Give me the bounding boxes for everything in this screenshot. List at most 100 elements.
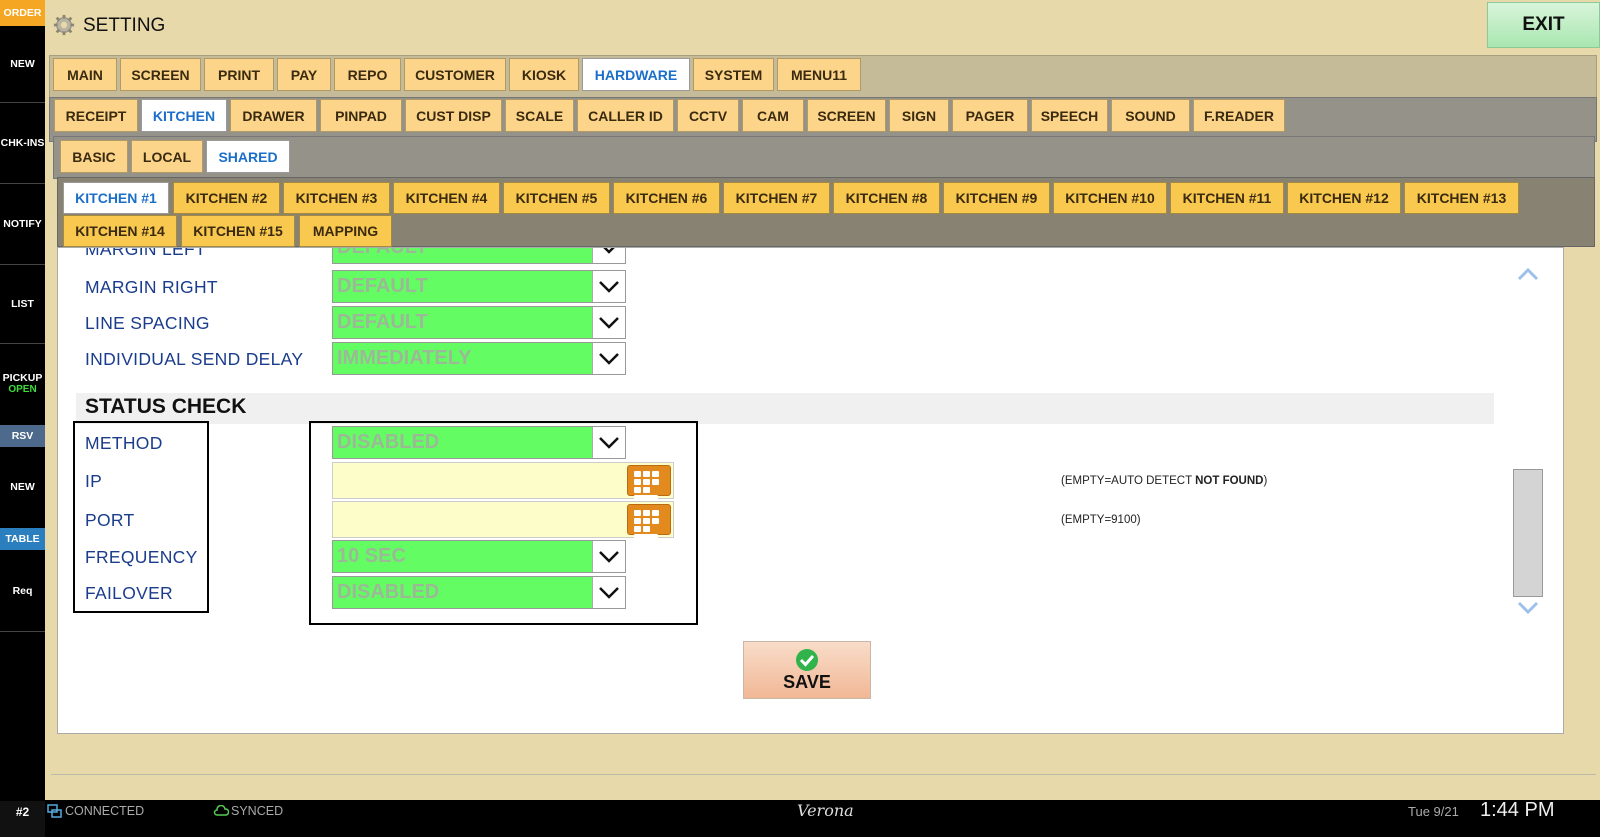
nav-order[interactable]: ORDER	[0, 0, 45, 26]
station-number: #2	[0, 801, 45, 837]
tab-scale[interactable]: SCALE	[505, 99, 574, 132]
margin-left-dropdown[interactable]: DEFAULT	[332, 248, 626, 264]
tab-kitchen-14[interactable]: KITCHEN #14	[63, 215, 177, 247]
tab-receipt[interactable]: RECEIPT	[54, 99, 138, 132]
nav-checkins[interactable]: CHK-INS	[0, 103, 45, 183]
page-title: SETTING	[83, 15, 166, 36]
nav-req[interactable]: Req	[0, 551, 45, 631]
margin-right-dropdown[interactable]: DEFAULT	[332, 270, 626, 303]
chevron-down-icon[interactable]	[592, 271, 625, 302]
nav-new-rsv[interactable]: NEW	[0, 448, 45, 526]
nav-table-label: TABLE	[5, 533, 40, 545]
tab-pay[interactable]: PAY	[277, 58, 331, 91]
tab-kitchen-13[interactable]: KITCHEN #13	[1404, 182, 1519, 214]
chevron-up-icon[interactable]	[1516, 266, 1540, 282]
line-spacing-dropdown[interactable]: DEFAULT	[332, 306, 626, 339]
chevron-down-icon[interactable]	[592, 427, 625, 458]
nav-new-order[interactable]: NEW	[0, 26, 45, 102]
tab-kitchen-5[interactable]: KITCHEN #5	[503, 182, 610, 214]
nav-pickup[interactable]: PICKUP OPEN	[0, 344, 45, 422]
line-spacing-value: DEFAULT	[337, 311, 428, 333]
frequency-label: FREQUENCY	[85, 547, 198, 567]
nav-table[interactable]: TABLE	[0, 528, 45, 550]
tab-local[interactable]: LOCAL	[131, 140, 203, 173]
sync-status: SYNCED	[231, 804, 284, 818]
tab-kitchen-9[interactable]: KITCHEN #9	[943, 182, 1050, 214]
title-bar: SETTING EXIT	[45, 0, 1600, 50]
failover-dropdown[interactable]: DISABLED	[332, 576, 626, 609]
chevron-down-icon[interactable]	[592, 248, 625, 263]
method-label: METHOD	[85, 433, 163, 453]
tab-speech[interactable]: SPEECH	[1031, 99, 1108, 132]
tab-print[interactable]: PRINT	[204, 58, 274, 91]
gear-icon	[53, 14, 75, 36]
chevron-down-icon[interactable]	[592, 541, 625, 572]
tab-customer[interactable]: CUSTOMER	[404, 58, 506, 91]
nav-pickup-status: OPEN	[8, 383, 37, 395]
tab-basic[interactable]: BASIC	[60, 140, 128, 173]
port-input[interactable]	[332, 501, 674, 540]
tab-sound[interactable]: SOUND	[1111, 99, 1190, 132]
nav-list-label: LIST	[11, 298, 34, 310]
tab-cam[interactable]: CAM	[742, 99, 804, 132]
tab-kitchen-3[interactable]: KITCHEN #3	[283, 182, 390, 214]
tab-menu11[interactable]: MENU11	[777, 58, 861, 91]
tab-pager[interactable]: PAGER	[952, 99, 1028, 132]
frequency-value: 10 SEC	[337, 545, 406, 567]
tab-shared[interactable]: SHARED	[206, 140, 290, 173]
tab-caller-id[interactable]: CALLER ID	[577, 99, 674, 132]
tab-kitchen-15[interactable]: KITCHEN #15	[181, 215, 295, 247]
save-button[interactable]: SAVE	[743, 641, 871, 699]
frequency-dropdown[interactable]: 10 SEC	[332, 540, 626, 573]
nav-list[interactable]: LIST	[0, 265, 45, 343]
status-check-title: STATUS CHECK	[85, 395, 247, 418]
chevron-down-icon[interactable]	[1516, 600, 1540, 616]
tab-kitchen-11[interactable]: KITCHEN #11	[1170, 182, 1284, 214]
send-delay-label: INDIVIDUAL SEND DELAY	[85, 349, 304, 369]
tab-screen[interactable]: SCREEN	[120, 58, 201, 91]
nav-checkins-label: CHK-INS	[0, 137, 45, 149]
time-display: 1:44 PM	[1480, 799, 1555, 821]
tab-kiosk[interactable]: KIOSK	[509, 58, 579, 91]
method-value: DISABLED	[337, 431, 440, 453]
tab-kitchen-1[interactable]: KITCHEN #1	[63, 182, 169, 214]
location-name: Verona	[797, 801, 854, 820]
keyboard-icon[interactable]	[627, 465, 671, 501]
tab-system[interactable]: SYSTEM	[693, 58, 774, 91]
tab-hw-screen[interactable]: SCREEN	[807, 99, 886, 132]
ip-input[interactable]	[332, 462, 674, 501]
tab-pinpad[interactable]: PINPAD	[320, 99, 402, 132]
tab-hardware[interactable]: HARDWARE	[582, 58, 690, 91]
tab-kitchen-12[interactable]: KITCHEN #12	[1287, 182, 1401, 214]
tab-kitchen-7[interactable]: KITCHEN #7	[723, 182, 830, 214]
keyboard-icon[interactable]	[627, 504, 671, 540]
tab-kitchen-4[interactable]: KITCHEN #4	[393, 182, 500, 214]
tab-kitchen-6[interactable]: KITCHEN #6	[613, 182, 720, 214]
tab-kitchen-10[interactable]: KITCHEN #10	[1053, 182, 1167, 214]
scroll-thumb[interactable]	[1513, 469, 1543, 597]
method-dropdown[interactable]: DISABLED	[332, 426, 626, 459]
failover-label: FAILOVER	[85, 583, 173, 603]
tab-cust-disp[interactable]: CUST DISP	[405, 99, 502, 132]
exit-button[interactable]: EXIT	[1487, 2, 1600, 48]
tab-mapping[interactable]: MAPPING	[299, 215, 392, 247]
vertical-scrollbar[interactable]	[1513, 248, 1543, 733]
chevron-down-icon[interactable]	[592, 577, 625, 608]
tab-drawer[interactable]: DRAWER	[230, 99, 317, 132]
tab-kitchen-8[interactable]: KITCHEN #8	[833, 182, 940, 214]
tab-kitchen[interactable]: KITCHEN	[141, 99, 227, 132]
nav-notify[interactable]: NOTIFY	[0, 184, 45, 264]
tab-cctv[interactable]: CCTV	[677, 99, 739, 132]
tab-repo[interactable]: REPO	[334, 58, 401, 91]
send-delay-dropdown[interactable]: IMMEDIATELY	[332, 342, 626, 375]
tab-sign[interactable]: SIGN	[889, 99, 949, 132]
tab-kitchen-2[interactable]: KITCHEN #2	[173, 182, 280, 214]
nav-req-label: Req	[12, 585, 33, 597]
nav-rsv[interactable]: RSV	[0, 425, 45, 447]
tab-f-reader[interactable]: F.READER	[1193, 99, 1285, 132]
chevron-down-icon[interactable]	[592, 307, 625, 338]
chevron-down-icon[interactable]	[592, 343, 625, 374]
port-label: PORT	[85, 510, 135, 530]
tab-main[interactable]: MAIN	[53, 58, 117, 91]
margin-left-label: MARGIN LEFT	[85, 247, 206, 259]
